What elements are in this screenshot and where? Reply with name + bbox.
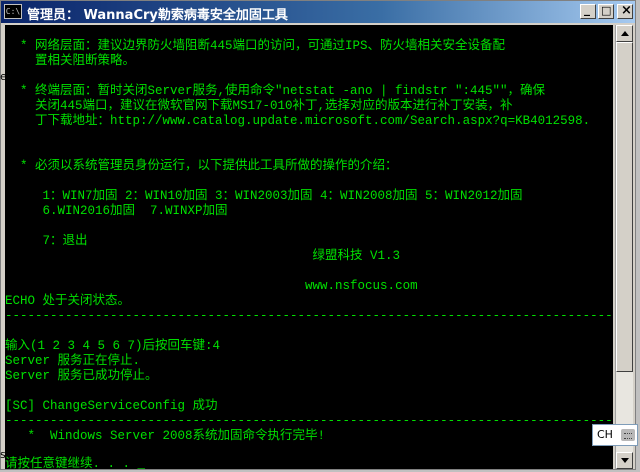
scroll-up-button[interactable]	[616, 25, 633, 42]
maximize-icon: □	[601, 4, 612, 17]
scroll-down-button[interactable]	[616, 452, 633, 469]
maximize-button[interactable]: □	[598, 4, 614, 19]
console-line: ECHO 处于关闭状态。	[5, 294, 131, 308]
console-line: [SC] ChangeServiceConfig 成功	[5, 399, 218, 413]
vertical-scrollbar[interactable]	[615, 25, 633, 469]
console-line: ----------------------------------------…	[5, 414, 613, 428]
window-title: 管理员： WannaCry勒索病毒安全加固工具	[27, 8, 288, 23]
console-line: 请按任意键继续. . . _	[5, 457, 146, 469]
console-line: 6.WIN2016加固 7.WINXP加固	[5, 204, 228, 218]
console-line: * 终端层面：暂时关闭Server服务,使用命令"netstat -ano | …	[5, 84, 546, 98]
language-bar[interactable]: CH	[592, 424, 638, 446]
console-line: 7：退出	[5, 234, 88, 248]
minimize-icon: _	[584, 2, 590, 16]
console-line: 丁下载地址：http://www.catalog.update.microsof…	[5, 114, 591, 128]
scroll-up-arrow-icon	[621, 31, 629, 36]
minimize-button[interactable]: _	[580, 2, 596, 19]
console-line: 输入(1 2 3 4 5 6 7)后按回车键:4	[5, 339, 221, 353]
console-line: www.nsfocus.com	[5, 279, 418, 293]
console-line: * 必须以系统管理员身份运行，以下提供此工具所做的操作的介绍：	[5, 159, 398, 173]
language-indicator[interactable]: CH	[597, 428, 613, 441]
console-line: 1：WIN7加固 2：WIN10加固 3：WIN2003加固 4：WIN2008…	[5, 189, 523, 203]
console-line: Server 服务正在停止.	[5, 354, 141, 368]
console-line: Server 服务已成功停止。	[5, 369, 158, 383]
console-line: 关闭445端口，建议在微软官网下载MS17-010补丁,选择对应的版本进行补丁安…	[5, 99, 513, 113]
keyboard-icon[interactable]	[621, 429, 635, 441]
console-line: * 网络层面：建议边界防火墙阻断445端口的访问，可通过IPS、防火墙相关安全设…	[5, 39, 506, 53]
close-button[interactable]: ×	[617, 3, 633, 19]
console-line: 绿盟科技 V1.3	[5, 249, 401, 263]
console-line: * Windows Server 2008系统加固命令执行完毕!	[5, 429, 326, 443]
console-window: C:\ 管理员： WannaCry勒索病毒安全加固工具 _ □ × * 网络层面…	[0, 0, 636, 470]
title-bar[interactable]: C:\ 管理员： WannaCry勒索病毒安全加固工具 _ □ ×	[1, 1, 635, 23]
console-output[interactable]: * 网络层面：建议边界防火墙阻断445端口的访问，可通过IPS、防火墙相关安全设…	[5, 25, 613, 469]
console-app-icon[interactable]: C:\	[4, 4, 22, 19]
desktop-edge-text: e	[0, 70, 7, 83]
desktop-edge-text: s	[0, 448, 6, 461]
console-line: ----------------------------------------…	[5, 309, 613, 323]
scrollbar-thumb[interactable]	[616, 42, 633, 372]
console-line: 置相关阻断策略。	[5, 54, 136, 68]
close-icon: ×	[621, 3, 632, 18]
scroll-down-arrow-icon	[621, 458, 629, 463]
